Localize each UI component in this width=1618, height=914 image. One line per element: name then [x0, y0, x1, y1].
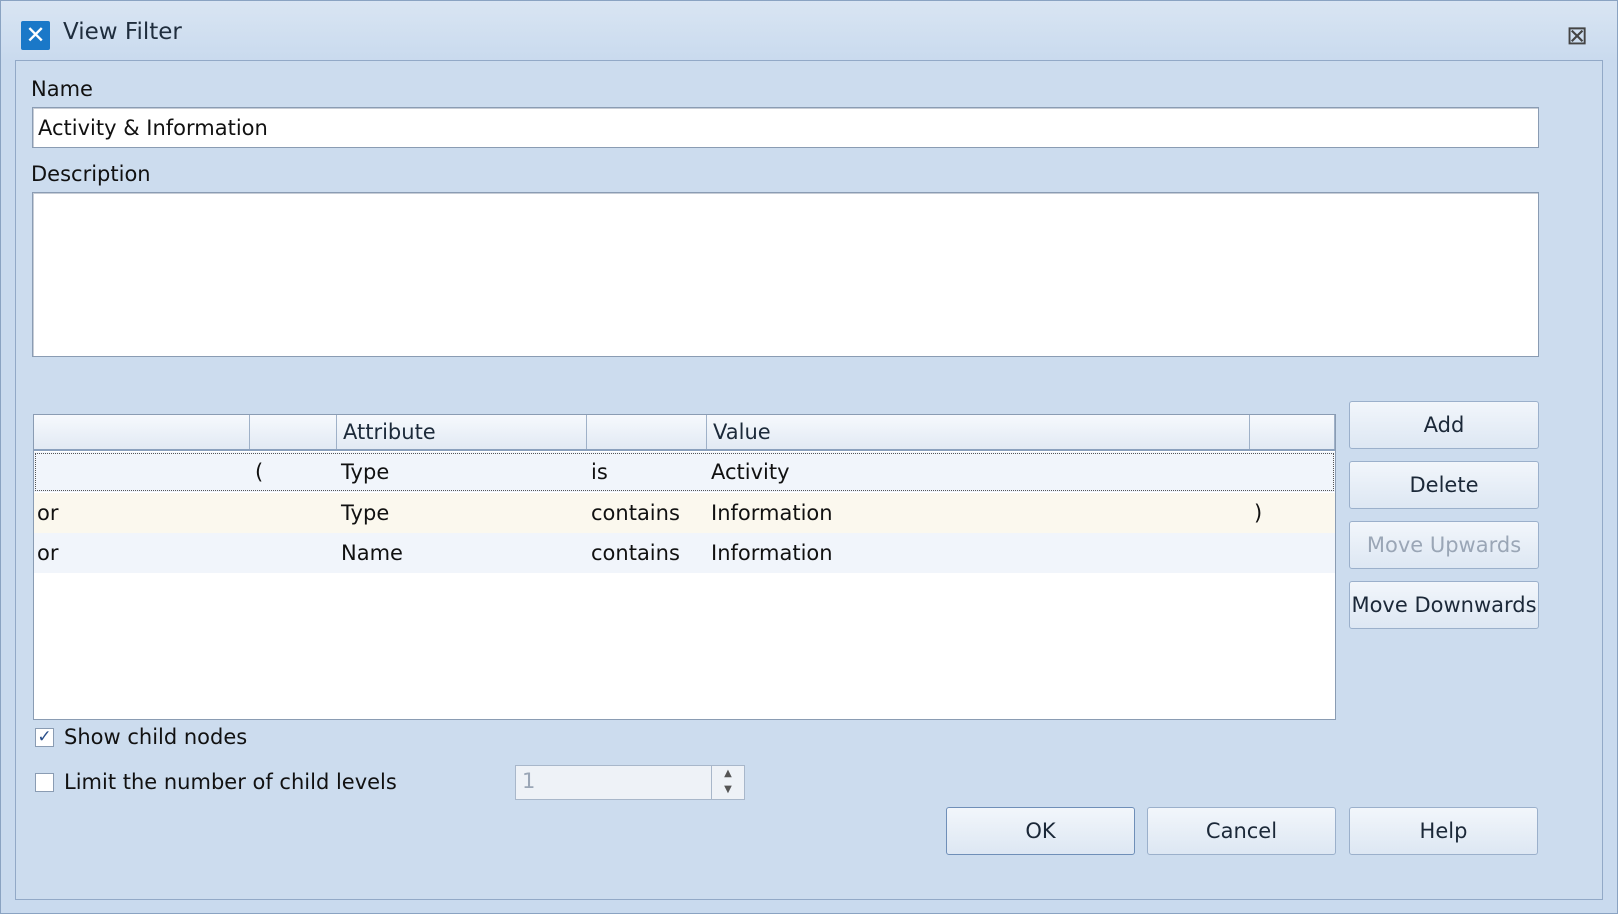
table-row[interactable]: or Type contains Information ) [34, 493, 1335, 533]
header-comparison[interactable] [587, 415, 707, 449]
child-levels-value: 1 [522, 769, 536, 793]
ok-button[interactable]: OK [946, 807, 1135, 855]
show-child-nodes-label: Show child nodes [64, 725, 248, 749]
filter-grid[interactable]: Attribute Value ( Type is Activity or Ty… [33, 414, 1336, 720]
move-upwards-button[interactable]: Move Upwards [1349, 521, 1539, 569]
name-field-box [32, 107, 1539, 148]
cell-comparison: contains [591, 501, 680, 525]
cell-attribute: Type [341, 460, 390, 484]
grid-header: Attribute Value [34, 415, 1335, 451]
dialog-body: Name Description Attribute Value ( Type … [15, 60, 1603, 900]
cell-value: Information [711, 501, 833, 525]
limit-child-levels-checkbox[interactable] [35, 773, 54, 792]
cell-close-paren [1251, 452, 1254, 492]
cell-attribute: Name [341, 541, 403, 565]
cancel-button[interactable]: Cancel [1147, 807, 1336, 855]
delete-button[interactable]: Delete [1349, 461, 1539, 509]
description-field-box [32, 192, 1539, 357]
table-row[interactable]: or Name contains Information [34, 533, 1335, 573]
help-button[interactable]: Help [1349, 807, 1538, 855]
show-child-nodes-checkbox[interactable]: ✓ [35, 728, 54, 747]
table-row[interactable]: ( Type is Activity [34, 452, 1335, 492]
close-icon[interactable]: ⊠ [1563, 22, 1591, 50]
cell-comparison: contains [591, 541, 680, 565]
window-title: View Filter [63, 19, 182, 45]
header-value[interactable]: Value [707, 415, 1250, 449]
header-attribute[interactable]: Attribute [337, 415, 587, 449]
app-x-icon: ✕ [21, 21, 50, 50]
cell-open-paren: ( [255, 460, 264, 484]
header-open-paren[interactable] [250, 415, 337, 449]
child-levels-stepper[interactable]: 1 ▲ ▼ [515, 765, 745, 800]
name-label: Name [31, 77, 93, 101]
limit-child-levels-label: Limit the number of child levels [64, 770, 397, 794]
cell-value: Information [711, 541, 833, 565]
chevron-up-icon[interactable]: ▲ [712, 766, 744, 782]
move-downwards-button[interactable]: Move Downwards [1349, 581, 1539, 629]
description-field[interactable] [33, 193, 1538, 356]
chevron-down-icon[interactable]: ▼ [712, 782, 744, 798]
stepper-buttons: ▲ ▼ [711, 766, 744, 799]
title-bar: ✕ View Filter ⊠ [1, 1, 1617, 61]
view-filter-dialog: ✕ View Filter ⊠ Name Description Attribu… [0, 0, 1618, 914]
description-label: Description [31, 162, 151, 186]
cell-value: Activity [711, 460, 790, 484]
cell-close-paren: ) [1254, 501, 1263, 525]
header-close-paren[interactable] [1250, 415, 1335, 449]
cell-attribute: Type [341, 501, 390, 525]
cell-comparison: is [591, 460, 608, 484]
name-field[interactable] [33, 108, 1538, 147]
header-operator[interactable] [34, 415, 250, 449]
cell-operator: or [37, 501, 59, 525]
cell-operator: or [37, 541, 59, 565]
add-button[interactable]: Add [1349, 401, 1539, 449]
